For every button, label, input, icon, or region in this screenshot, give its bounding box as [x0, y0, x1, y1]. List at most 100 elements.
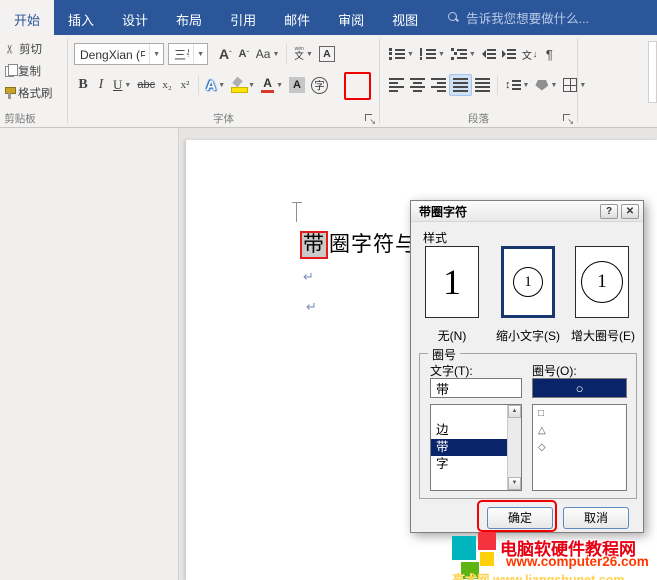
font-color-icon: A [261, 77, 274, 94]
chevron-down-icon: ▼ [272, 51, 279, 58]
dialog-help-button[interactable]: ? [600, 204, 618, 219]
format-painter-button[interactable]: 格式刷 [2, 84, 56, 102]
selected-character[interactable]: 带 [300, 231, 328, 259]
chevron-down-icon: ▼ [276, 82, 283, 89]
grow-font-icon: A [219, 46, 229, 62]
style-option-enlarge-circle[interactable]: 1 [575, 246, 629, 318]
align-center-button[interactable] [407, 74, 428, 96]
list-item[interactable]: △ [533, 422, 626, 439]
circle-options-list[interactable]: □ △ ◇ [532, 404, 627, 491]
pilcrow-icon: ¶ [546, 47, 553, 62]
font-dialog-launcher[interactable] [363, 112, 376, 125]
tab-insert[interactable]: 插入 [54, 0, 108, 35]
dialog-titlebar[interactable]: 带圈字符 ? ✕ [411, 201, 643, 222]
watermark-footer: 亮术网 www.liangshunet.com [452, 569, 624, 580]
tab-references[interactable]: 引用 [216, 0, 270, 35]
decrease-indent-icon [482, 49, 496, 59]
decrease-indent-button[interactable] [479, 43, 499, 65]
tab-review[interactable]: 审阅 [324, 0, 378, 35]
text-options-list[interactable]: 边 带 字 ▲ ▼ [430, 404, 522, 491]
enclose-characters-button[interactable]: 字 [308, 74, 331, 96]
align-left-icon [389, 78, 404, 92]
character-shading-button[interactable]: A [286, 74, 308, 96]
shrink-font-button[interactable]: Aˇ [235, 43, 253, 65]
line-spacing-icon: ↕ [505, 79, 521, 91]
ribbon: ✂ 剪切 复制 格式刷 剪贴板 DengXian (中 ▼ [0, 35, 657, 128]
bullets-button[interactable]: ▼ [386, 43, 417, 65]
distribute-button[interactable] [472, 74, 493, 96]
cancel-button[interactable]: 取消 [563, 507, 629, 529]
subscript-button[interactable]: x₂ [158, 74, 176, 96]
borders-button[interactable]: ▼ [560, 74, 589, 96]
change-case-button[interactable]: Aa ▼ [253, 43, 283, 65]
circle-input[interactable]: ○ [532, 378, 627, 398]
style-enlarge-label[interactable]: 增大圈号(E) [561, 327, 645, 344]
separator [497, 75, 498, 95]
separator [198, 75, 199, 95]
document-text-line[interactable]: 带圈字符与 [300, 228, 417, 259]
highlight-icon [231, 78, 246, 93]
text-field-label: 文字(T): [430, 362, 473, 379]
tell-me-search[interactable]: 告诉我您想要做什么... [448, 0, 589, 35]
multilevel-list-button[interactable]: ▼ [448, 43, 479, 65]
updown-arrow: ↕ [505, 79, 511, 91]
chevron-down-icon: ▼ [550, 82, 557, 89]
annotation-enclose-button [344, 72, 371, 100]
tab-mailings[interactable]: 邮件 [270, 0, 324, 35]
italic-button[interactable]: I [92, 74, 110, 96]
style-none-label[interactable]: 无(N) [411, 327, 493, 344]
style-option-none[interactable]: 1 [425, 246, 479, 318]
distribute-icon [475, 78, 490, 92]
style-shrink-label[interactable]: 缩小文字(S) [483, 327, 573, 344]
font-color-button[interactable]: A ▼ [258, 74, 286, 96]
align-right-button[interactable] [428, 74, 449, 96]
increase-indent-button[interactable] [499, 43, 519, 65]
font-name-combo[interactable]: DengXian (中 ▼ [74, 43, 164, 65]
chevron-down-icon: ▼ [306, 51, 313, 58]
shading-button[interactable]: ▼ [532, 74, 560, 96]
font-size-combo[interactable]: 三号 ▼ [168, 43, 208, 65]
chevron-down-icon: ▼ [149, 44, 163, 64]
scroll-down-icon[interactable]: ▼ [508, 477, 521, 490]
underline-button[interactable]: U ▼ [110, 74, 134, 96]
dialog-title: 带圈字符 [419, 203, 597, 220]
dialog-close-button[interactable]: ✕ [621, 204, 639, 219]
justify-button[interactable] [449, 74, 472, 96]
strikethrough-button[interactable]: abc [134, 74, 158, 96]
document-text[interactable]: 圈字符与 [329, 233, 417, 256]
text-effects-icon: A [206, 77, 216, 93]
font-size-value: 三号 [174, 46, 189, 63]
text-effects-button[interactable]: A ▼ [203, 74, 228, 96]
superscript-button[interactable]: x² [176, 74, 194, 96]
align-left-button[interactable] [386, 74, 407, 96]
scrollbar[interactable]: ▲ ▼ [507, 405, 521, 490]
clipboard-group: ✂ 剪切 复制 格式刷 剪贴板 [0, 35, 67, 128]
tab-layout[interactable]: 布局 [162, 0, 216, 35]
numbering-button[interactable]: ▼ [417, 43, 448, 65]
character-border-button[interactable]: A [316, 43, 338, 65]
style-option-shrink-text[interactable]: 1 [501, 246, 555, 318]
list-item[interactable]: □ [533, 405, 626, 422]
show-marks-button[interactable]: ¶ [540, 43, 558, 65]
paragraph-mark: ↵ [306, 299, 317, 315]
tab-view[interactable]: 视图 [378, 0, 432, 35]
hanzi-text: 文 [294, 52, 304, 62]
copy-button[interactable]: 复制 [2, 62, 56, 80]
text-input[interactable]: 带 [430, 378, 522, 398]
sort-button[interactable]: 文 ↓ [519, 43, 541, 65]
tab-home[interactable]: 开始 [0, 0, 54, 35]
line-spacing-button[interactable]: ↕ ▼ [502, 74, 532, 96]
highlight-button[interactable]: ▼ [228, 74, 258, 96]
scroll-up-icon[interactable]: ▲ [508, 405, 521, 418]
tab-design[interactable]: 设计 [108, 0, 162, 35]
list-item[interactable]: ◇ [533, 439, 626, 456]
cut-button[interactable]: ✂ 剪切 [2, 40, 56, 58]
font-group: DengXian (中 ▼ 三号 ▼ Aˆ Aˇ Aa ▼ [68, 35, 379, 128]
phonetic-guide-button[interactable]: wén 文 ▼ [291, 43, 315, 65]
grow-font-button[interactable]: Aˆ [216, 43, 235, 65]
word-window: 开始 插入 设计 布局 引用 邮件 审阅 视图 告诉我您想要做什么... ✂ 剪… [0, 0, 657, 580]
multilevel-list-icon [451, 49, 467, 59]
letter-a: A [263, 77, 272, 89]
bold-button[interactable]: B [74, 74, 92, 96]
paragraph-dialog-launcher[interactable] [561, 112, 574, 125]
